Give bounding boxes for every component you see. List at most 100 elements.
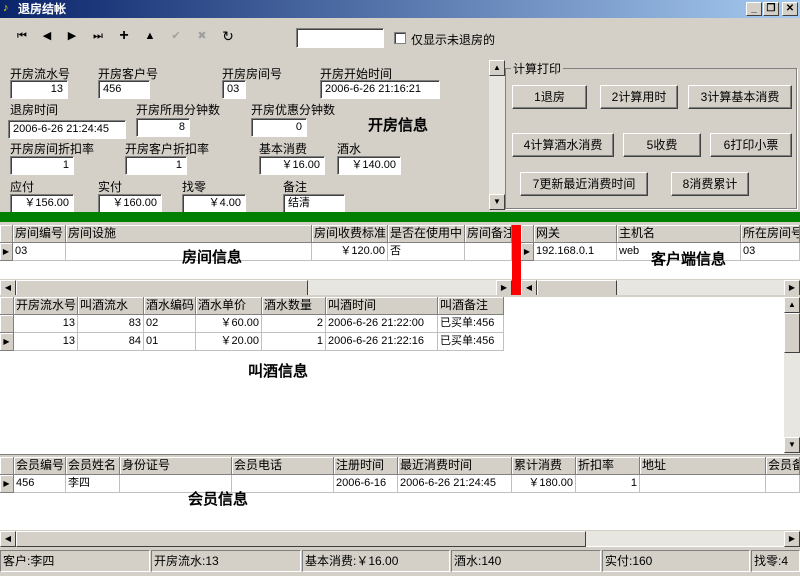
table-cell[interactable]: 456: [14, 475, 66, 493]
wine-field[interactable]: ￥140.00: [337, 156, 401, 175]
member-grid-hscroll[interactable]: ◀ ▶: [0, 530, 800, 547]
table-cell[interactable]: ￥20.00: [196, 333, 262, 351]
search-input[interactable]: [296, 28, 384, 48]
wine-col-header[interactable]: 酒水编码: [144, 297, 196, 315]
wine-col-header[interactable]: 酒水数量: [262, 297, 326, 315]
update-last-time-button[interactable]: 7更新最近消费时间: [520, 172, 648, 196]
print-receipt-button[interactable]: 6打印小票: [710, 133, 792, 157]
customer-field[interactable]: 456: [98, 80, 150, 99]
next-record-icon[interactable]: ▶: [62, 27, 82, 45]
wine-col-header[interactable]: 开房流水号: [14, 297, 78, 315]
scroll-thumb[interactable]: [16, 280, 308, 295]
member-col-header[interactable]: 地址: [640, 457, 766, 475]
member-col-header[interactable]: 累计消费: [512, 457, 576, 475]
table-cell[interactable]: [640, 475, 766, 493]
prev-record-icon[interactable]: ◀: [37, 27, 57, 45]
member-col-header[interactable]: 折扣率: [576, 457, 640, 475]
discount-minutes-field[interactable]: 0: [251, 118, 307, 137]
member-col-header[interactable]: 会员姓名: [66, 457, 120, 475]
calc-base-cost-button[interactable]: 3计算基本消费: [688, 85, 792, 109]
table-cell[interactable]: 01: [144, 333, 196, 351]
delete-record-icon[interactable]: ▲: [140, 27, 160, 45]
scroll-left-icon[interactable]: ◀: [521, 280, 537, 295]
table-cell[interactable]: ￥60.00: [196, 315, 262, 333]
table-cell[interactable]: 已买单:456: [438, 333, 504, 351]
vertical-splitter[interactable]: [512, 225, 521, 295]
room-col-header[interactable]: 房间备注: [465, 225, 512, 243]
start-time-field[interactable]: 2006-6-26 21:16:21: [320, 80, 440, 99]
change-field[interactable]: ￥4.00: [182, 194, 246, 213]
room-field[interactable]: 03: [222, 80, 246, 99]
table-cell[interactable]: 02: [144, 315, 196, 333]
checkout-time-field[interactable]: 2006-6-26 21:24:45: [8, 120, 126, 139]
member-col-header[interactable]: 会员电话: [232, 457, 334, 475]
room-col-header[interactable]: 房间设施: [66, 225, 312, 243]
table-cell[interactable]: ￥180.00: [512, 475, 576, 493]
form-vertical-scrollbar[interactable]: ▲ ▼: [489, 60, 505, 210]
room-grid[interactable]: 房间编号 房间设施 房间收费标准 是否在使用中 房间备注 ▶ 03 ￥120.0…: [0, 225, 512, 295]
base-cost-field[interactable]: ￥16.00: [259, 156, 325, 175]
paid-field[interactable]: ￥160.00: [98, 194, 162, 213]
cancel-edit-icon[interactable]: ✖: [192, 27, 212, 45]
minimize-button[interactable]: _: [746, 2, 762, 16]
table-cell[interactable]: 否: [388, 243, 465, 261]
scroll-down-icon[interactable]: ▼: [784, 437, 800, 453]
wine-grid-vscroll[interactable]: ▲ ▼: [784, 297, 800, 454]
first-record-icon[interactable]: ⏮: [12, 27, 32, 45]
scroll-thumb[interactable]: [16, 531, 586, 547]
table-cell[interactable]: 2006-6-16: [334, 475, 398, 493]
member-col-header[interactable]: 最近消费时间: [398, 457, 512, 475]
scroll-left-icon[interactable]: ◀: [0, 531, 16, 547]
table-cell[interactable]: [465, 243, 512, 261]
member-col-header[interactable]: 会员备注: [766, 457, 800, 475]
member-col-header[interactable]: 身份证号: [120, 457, 232, 475]
refresh-icon[interactable]: ↻: [218, 27, 238, 45]
table-cell[interactable]: 13: [14, 315, 78, 333]
table-cell[interactable]: 2006-6-26 21:22:16: [326, 333, 438, 351]
table-cell[interactable]: 2006-6-26 21:22:00: [326, 315, 438, 333]
unreturned-only-checkbox[interactable]: [394, 32, 406, 44]
wine-col-header[interactable]: 酒水单价: [196, 297, 262, 315]
wine-col-header[interactable]: 叫酒时间: [326, 297, 438, 315]
insert-record-icon[interactable]: +: [114, 27, 134, 45]
table-cell[interactable]: 2: [262, 315, 326, 333]
table-cell[interactable]: 2006-6-26 21:24:45: [398, 475, 512, 493]
member-grid[interactable]: 会员编号 会员姓名 身份证号 会员电话 注册时间 最近消费时间 累计消费 折扣率…: [0, 457, 800, 547]
table-cell[interactable]: 03: [741, 243, 800, 261]
horizontal-splitter[interactable]: [0, 212, 800, 222]
table-cell[interactable]: 13: [14, 333, 78, 351]
post-record-icon[interactable]: ✔: [166, 27, 186, 45]
scroll-up-icon[interactable]: ▲: [784, 297, 800, 313]
table-cell[interactable]: 83: [78, 315, 144, 333]
charge-button[interactable]: 5收费: [623, 133, 701, 157]
checkout-button[interactable]: 1退房: [512, 85, 587, 109]
restore-button[interactable]: ❐: [763, 2, 779, 16]
table-cell[interactable]: 84: [78, 333, 144, 351]
wine-col-header[interactable]: 叫酒备注: [438, 297, 504, 315]
wine-grid[interactable]: 开房流水号 叫酒流水 酒水编码 酒水单价 酒水数量 叫酒时间 叫酒备注 13 8…: [0, 297, 800, 455]
scroll-down-icon[interactable]: ▼: [489, 194, 505, 210]
room-discount-field[interactable]: 1: [10, 156, 74, 175]
table-cell[interactable]: 192.168.0.1: [534, 243, 617, 261]
table-cell[interactable]: ￥120.00: [312, 243, 388, 261]
scroll-up-icon[interactable]: ▲: [489, 60, 505, 76]
note-field[interactable]: 结清: [283, 194, 345, 213]
table-cell[interactable]: 03: [13, 243, 66, 261]
table-cell[interactable]: 已买单:456: [438, 315, 504, 333]
room-grid-hscroll[interactable]: ◀ ▶: [0, 279, 512, 295]
client-col-header[interactable]: 所在房间号: [741, 225, 800, 243]
calc-wine-cost-button[interactable]: 4计算酒水消费: [512, 133, 614, 157]
room-col-header[interactable]: 是否在使用中: [388, 225, 465, 243]
member-col-header[interactable]: 会员编号: [14, 457, 66, 475]
room-col-header[interactable]: 房间收费标准: [312, 225, 388, 243]
client-col-header[interactable]: 网关: [534, 225, 617, 243]
scroll-right-icon[interactable]: ▶: [496, 280, 512, 295]
scroll-thumb[interactable]: [537, 280, 617, 295]
client-grid-hscroll[interactable]: ◀ ▶: [521, 279, 800, 295]
scroll-left-icon[interactable]: ◀: [0, 280, 16, 295]
last-record-icon[interactable]: ⏭: [88, 27, 108, 45]
close-button[interactable]: ✕: [782, 2, 798, 16]
accumulate-button[interactable]: 8消费累计: [671, 172, 749, 196]
scroll-right-icon[interactable]: ▶: [784, 531, 800, 547]
payable-field[interactable]: ￥156.00: [10, 194, 74, 213]
